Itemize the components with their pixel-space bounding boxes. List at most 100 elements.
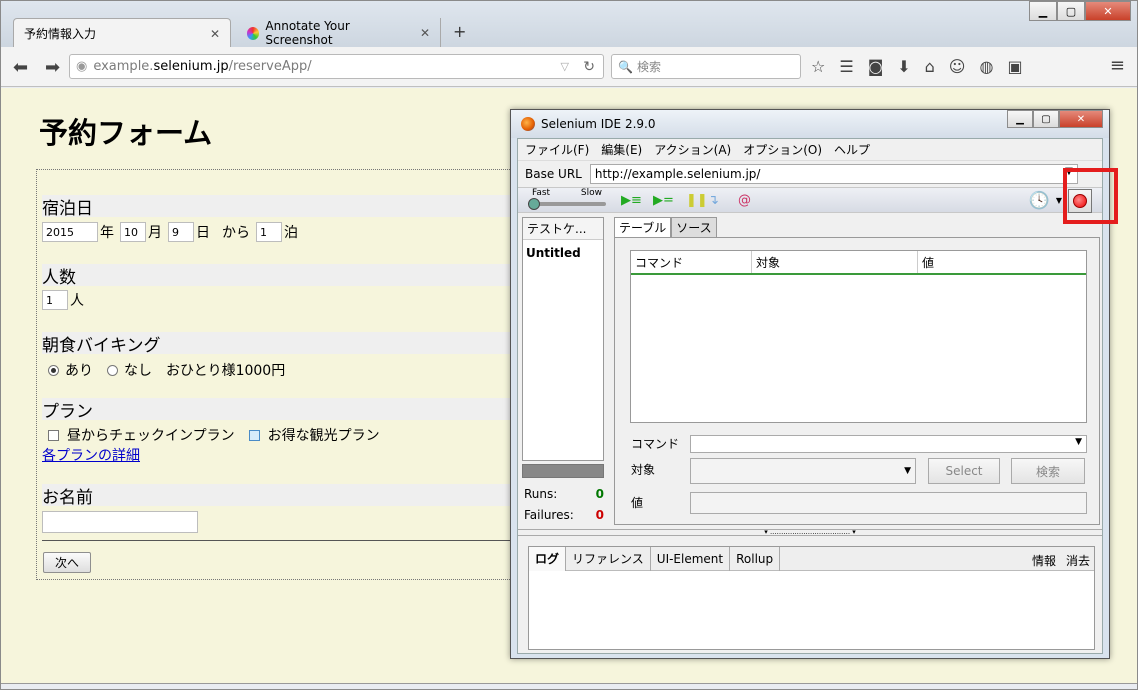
clear-button[interactable]: 消去	[1066, 552, 1090, 569]
test-case-item[interactable]: Untitled	[523, 240, 603, 266]
plan-details-row: 各プランの詳細	[42, 445, 140, 465]
value-input[interactable]	[690, 492, 1087, 514]
play-suite-icon[interactable]: ▶≡	[621, 193, 642, 208]
day-unit: 日	[196, 225, 210, 241]
minimize-icon[interactable]: ▁	[1029, 1, 1057, 21]
command-label: コマンド	[631, 437, 680, 451]
command-select[interactable]: ▼	[690, 435, 1087, 453]
menu-edit[interactable]: 編集(E)	[601, 141, 642, 158]
maximize-icon[interactable]: ▢	[1033, 110, 1059, 128]
close-window-icon[interactable]: ✕	[1059, 110, 1103, 128]
select-button[interactable]: Select	[928, 458, 1000, 484]
pane-splitter[interactable]: ▾ .................................... ▾	[518, 529, 1102, 536]
close-window-icon[interactable]: ✕	[1085, 1, 1131, 21]
failures-count: 0	[595, 508, 604, 522]
close-tab-icon[interactable]: ✕	[210, 27, 220, 41]
rollup-icon[interactable]: @	[738, 193, 751, 208]
selenium-menu-bar: ファイル(F) 編集(E) アクション(A) オプション(O) ヘルプ	[518, 139, 1102, 161]
bookmark-star-icon[interactable]: ☆	[811, 57, 825, 76]
search-placeholder: 検索	[636, 60, 661, 74]
search-input[interactable]: 🔍 検索	[611, 54, 801, 79]
pause-icon[interactable]: ❚❚	[686, 193, 708, 208]
speed-slider[interactable]: Fast Slow	[528, 188, 606, 210]
year-input[interactable]: 2015	[42, 222, 98, 242]
base-url-input[interactable]: http://example.selenium.jp/ ▼	[589, 164, 1078, 184]
slider-knob[interactable]	[528, 198, 540, 210]
menu-icon[interactable]: ≡	[1110, 55, 1125, 76]
name-input[interactable]	[42, 511, 198, 533]
home-icon[interactable]: ⌂	[925, 57, 935, 76]
tab-ui-element[interactable]: UI-Element	[651, 546, 731, 571]
page-title: 予約フォーム	[39, 116, 213, 150]
base-url-value: http://example.selenium.jp/	[594, 167, 761, 181]
nights-input[interactable]: 1	[256, 222, 282, 242]
chevron-down-icon[interactable]: ▼	[1056, 196, 1062, 205]
selenium-title-bar: Selenium IDE 2.9.0 ▁ ▢ ✕	[511, 110, 1109, 138]
back-icon[interactable]: ⬅	[13, 57, 28, 78]
tab-reserve-info[interactable]: 予約情報入力 ✕	[13, 18, 231, 48]
plan-details-link[interactable]: 各プランの詳細	[42, 445, 140, 465]
tab-bar: 予約情報入力 ✕ Annotate Your Screenshot ✕ + ▁ …	[1, 1, 1137, 48]
day-input[interactable]: 9	[168, 222, 194, 242]
tab-log[interactable]: ログ	[529, 546, 567, 571]
month-input[interactable]: 10	[120, 222, 146, 242]
people-unit: 人	[70, 293, 84, 309]
new-tab-button[interactable]: +	[453, 22, 466, 41]
breakfast-yes-radio[interactable]	[48, 364, 59, 376]
tab-reference[interactable]: リファレンス	[566, 546, 651, 571]
target-select[interactable]: ▼	[690, 458, 916, 484]
play-test-icon[interactable]: ▶=	[653, 193, 674, 208]
minimize-icon[interactable]: ▁	[1007, 110, 1033, 128]
smiley-icon[interactable]: ☺	[949, 57, 966, 76]
menu-options[interactable]: オプション(O)	[743, 141, 822, 158]
base-url-label: Base URL	[525, 167, 582, 181]
pocket-icon[interactable]: ◙	[868, 57, 884, 76]
selenium-body: ファイル(F) 編集(E) アクション(A) オプション(O) ヘルプ Base…	[517, 138, 1103, 654]
menu-file[interactable]: ファイル(F)	[525, 141, 589, 158]
info-button[interactable]: 情報	[1032, 552, 1056, 569]
download-icon[interactable]: ⬇	[897, 57, 910, 76]
clock-icon[interactable]: 🕓	[1029, 191, 1050, 211]
people-input[interactable]: 1	[42, 290, 68, 310]
annotate-icon[interactable]: ◍	[979, 57, 993, 76]
reload-icon[interactable]: ↻	[583, 59, 595, 75]
breakfast-row: あり なし おひとり様1000円	[42, 360, 285, 380]
step-icon[interactable]: ↴	[708, 193, 719, 208]
editor-pane: テーブル ソース コマンド 対象 値 コマンド ▼ 対象 ▼ Select 検索…	[614, 217, 1100, 527]
tab-source[interactable]: ソース	[671, 217, 717, 237]
forward-icon[interactable]: ➡	[45, 57, 60, 78]
tab-rollup[interactable]: Rollup	[730, 546, 781, 571]
plan-sightseeing-label: お得な観光プラン	[267, 428, 380, 444]
people-label: 人数	[42, 264, 557, 288]
maximize-icon[interactable]: ▢	[1057, 1, 1085, 21]
tab-table[interactable]: テーブル	[614, 217, 672, 237]
breakfast-no-radio[interactable]	[107, 364, 118, 376]
column-command[interactable]: コマンド	[631, 251, 752, 273]
window-controls: ▁ ▢ ✕	[1029, 1, 1131, 21]
test-case-header[interactable]: テストケ...	[523, 218, 603, 240]
chevron-down-icon: ▼	[1075, 437, 1082, 447]
find-button[interactable]: 検索	[1011, 458, 1085, 484]
breakfast-no-label: なし	[124, 363, 152, 379]
dropdown-icon[interactable]: ▽	[561, 60, 569, 73]
close-tab-icon[interactable]: ✕	[420, 26, 430, 40]
plan-early-checkbox[interactable]	[48, 429, 59, 441]
stay-date-label: 宿泊日	[42, 195, 557, 219]
menu-action[interactable]: アクション(A)	[654, 141, 731, 158]
reading-list-icon[interactable]: ☰	[839, 57, 853, 76]
search-icon: 🔍	[618, 59, 633, 74]
runs-count: 0	[595, 487, 604, 501]
breakfast-note: おひとり様1000円	[166, 363, 286, 379]
extension-icon[interactable]: ▣	[1007, 57, 1022, 76]
plan-sightseeing-checkbox[interactable]	[248, 429, 260, 441]
toolbar-icons: ☆ ☰ ◙ ⬇ ⌂ ☺ ◍ ▣	[811, 57, 1023, 76]
tab-annotate[interactable]: Annotate Your Screenshot ✕	[237, 18, 441, 48]
column-target[interactable]: 対象	[752, 251, 918, 273]
selenium-window-controls: ▁ ▢ ✕	[1007, 110, 1103, 128]
menu-help[interactable]: ヘルプ	[834, 141, 870, 158]
log-pane: ログ リファレンス UI-Element Rollup 情報 消去	[528, 546, 1095, 650]
next-button[interactable]: 次へ	[43, 552, 91, 573]
url-bar[interactable]: ◉ example.selenium.jp/reserveApp/ ▽ ↻	[69, 54, 604, 79]
column-value[interactable]: 値	[918, 251, 1086, 273]
tab-label: Annotate Your Screenshot	[265, 19, 350, 47]
